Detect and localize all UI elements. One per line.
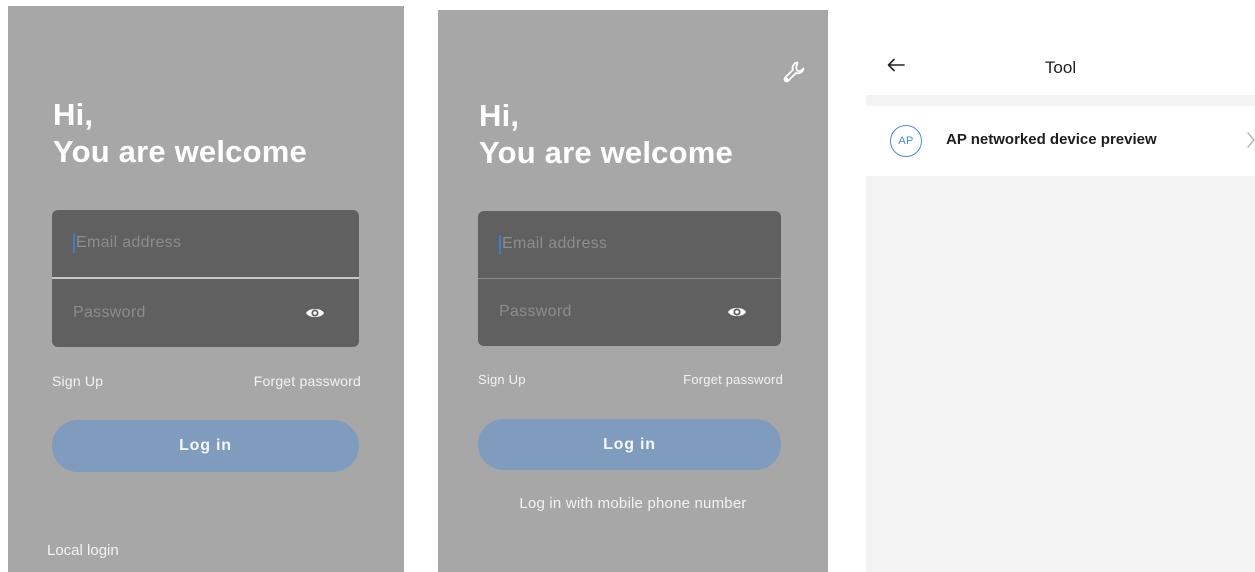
ap-badge-icon: AP xyxy=(890,125,922,157)
password-placeholder: Password xyxy=(73,303,146,321)
greeting-line-2: You are welcome xyxy=(479,134,733,170)
password-field[interactable]: Password xyxy=(52,279,359,348)
login-button[interactable]: Log in xyxy=(478,419,781,470)
login-button[interactable]: Log in xyxy=(52,420,359,472)
forget-password-link[interactable]: Forget password xyxy=(254,373,361,389)
text-caret xyxy=(499,234,501,254)
greeting-line-1: Hi, xyxy=(479,98,520,133)
eye-icon[interactable] xyxy=(727,305,747,319)
greeting-line-1: Hi, xyxy=(53,97,94,132)
local-login-link[interactable]: Local login xyxy=(47,542,119,559)
greeting-line-2: You are welcome xyxy=(53,133,307,169)
email-placeholder: Email address xyxy=(502,235,608,253)
forget-password-link[interactable]: Forget password xyxy=(683,372,783,387)
credentials-box: Email address Password xyxy=(52,210,359,347)
tool-header: Tool xyxy=(866,10,1255,95)
eye-icon[interactable] xyxy=(305,306,325,320)
sign-up-link[interactable]: Sign Up xyxy=(52,373,103,389)
tool-screen: Tool AP AP networked device preview xyxy=(866,10,1255,572)
login-screen-2: Hi, You are welcome Email address Passwo… xyxy=(438,10,828,572)
page-title: Tool xyxy=(1044,58,1077,77)
credentials-box: Email address Password xyxy=(478,211,781,346)
greeting: Hi, You are welcome xyxy=(53,97,307,170)
tool-item-ap-preview[interactable]: AP AP networked device preview xyxy=(866,106,1255,176)
tool-item-label: AP networked device preview xyxy=(946,131,1157,148)
sign-up-link[interactable]: Sign Up xyxy=(478,372,526,387)
greeting: Hi, You are welcome xyxy=(479,98,733,171)
wrench-icon[interactable] xyxy=(780,58,808,86)
text-caret xyxy=(73,233,75,253)
email-field[interactable]: Email address xyxy=(52,210,359,279)
stage: Hi, You are welcome Email address Passwo… xyxy=(0,0,1255,572)
email-field[interactable]: Email address xyxy=(478,211,781,279)
login-screen-1: Hi, You are welcome Email address Passwo… xyxy=(8,6,404,572)
password-field[interactable]: Password xyxy=(478,279,781,347)
email-placeholder: Email address xyxy=(76,234,182,252)
mobile-login-link[interactable]: Log in with mobile phone number xyxy=(438,495,828,512)
chevron-right-icon xyxy=(1247,132,1255,148)
password-placeholder: Password xyxy=(499,303,572,321)
